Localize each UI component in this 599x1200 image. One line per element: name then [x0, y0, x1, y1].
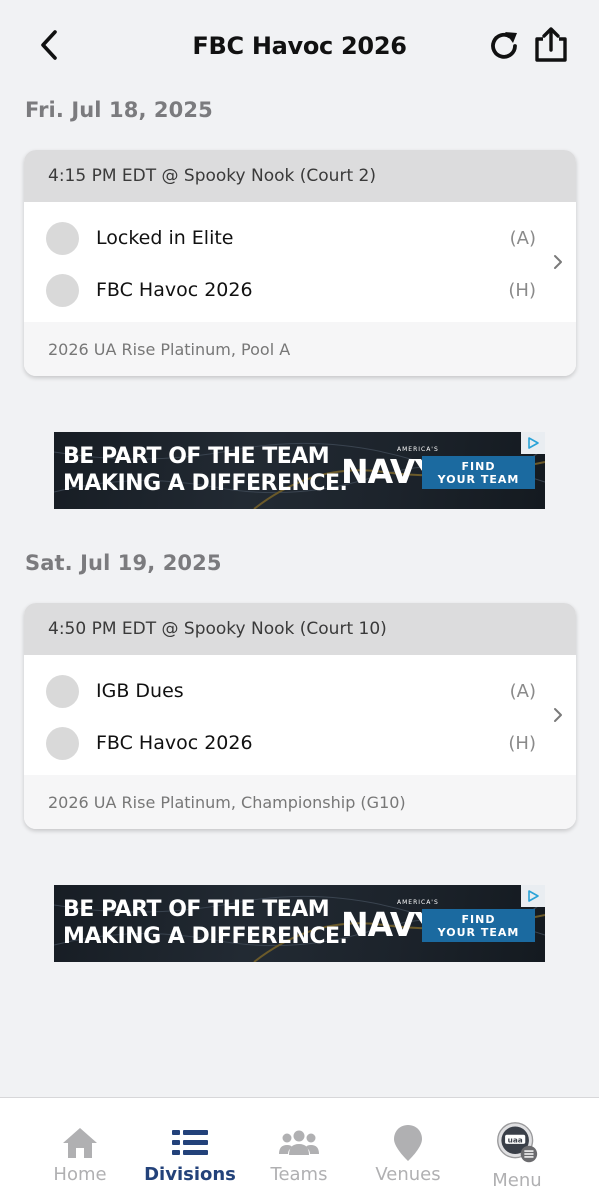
refresh-button[interactable]: [486, 26, 524, 66]
back-button[interactable]: [32, 26, 66, 64]
top-bar: FBC Havoc 2026: [0, 0, 599, 92]
bottom-tab-bar: Home Divisions Teams Venues uaa Menu: [0, 1097, 599, 1200]
ad-cta-button[interactable]: FIND YOUR TEAM: [422, 456, 535, 489]
chevron-right-icon: [554, 708, 562, 722]
team-row-away: Locked in Elite (A): [24, 212, 576, 264]
game-time-venue: 4:15 PM EDT @ Spooky Nook (Court 2): [24, 150, 576, 202]
home-icon: [58, 1124, 102, 1162]
game-card[interactable]: 4:15 PM EDT @ Spooky Nook (Court 2) Lock…: [24, 150, 576, 376]
tab-label: Venues: [375, 1164, 441, 1185]
ad-headline: BE PART OF THE TEAM MAKING A DIFFERENCE.: [63, 897, 348, 949]
game-teams: Locked in Elite (A) FBC Havoc 2026 (H): [24, 202, 576, 322]
tab-label: Teams: [270, 1164, 328, 1185]
team-name: IGB Dues: [96, 680, 184, 702]
page-title: FBC Havoc 2026: [192, 32, 407, 60]
teams-icon: [277, 1124, 321, 1162]
tab-divisions[interactable]: Divisions: [135, 1098, 245, 1200]
share-button[interactable]: [530, 24, 572, 66]
tab-label: Home: [53, 1164, 107, 1185]
tab-venues[interactable]: Venues: [353, 1098, 463, 1200]
uaa-menu-icon: uaa: [495, 1122, 539, 1163]
team-name: FBC Havoc 2026: [96, 732, 253, 754]
date-heading: Sat. Jul 19, 2025: [25, 551, 222, 575]
chevron-left-icon: [41, 30, 57, 60]
team-row-home: FBC Havoc 2026 (H): [24, 264, 576, 316]
tab-menu[interactable]: uaa Menu: [462, 1098, 572, 1200]
tab-teams[interactable]: Teams: [244, 1098, 354, 1200]
ad-cta-button[interactable]: FIND YOUR TEAM: [422, 909, 535, 942]
team-name: Locked in Elite: [96, 227, 234, 249]
chevron-right-icon: [554, 255, 562, 269]
date-heading: Fri. Jul 18, 2025: [25, 98, 213, 122]
team-side: (H): [508, 732, 536, 754]
game-division: 2026 UA Rise Platinum, Pool A: [24, 322, 576, 376]
divisions-icon: [168, 1124, 212, 1162]
tab-home[interactable]: Home: [25, 1098, 135, 1200]
team-row-home: FBC Havoc 2026 (H): [24, 717, 576, 769]
team-side: (A): [509, 680, 536, 702]
tab-label: Menu: [492, 1170, 542, 1191]
share-icon: [535, 27, 567, 62]
adchoices-icon[interactable]: [521, 885, 545, 907]
team-logo-placeholder: [46, 726, 79, 760]
team-row-away: IGB Dues (A): [24, 665, 576, 717]
team-side: (A): [509, 227, 536, 249]
ad-headline: BE PART OF THE TEAM MAKING A DIFFERENCE.: [63, 444, 348, 496]
navy-ad-banner[interactable]: BE PART OF THE TEAM MAKING A DIFFERENCE.…: [54, 432, 545, 509]
game-card[interactable]: 4:50 PM EDT @ Spooky Nook (Court 10) IGB…: [24, 603, 576, 829]
game-division: 2026 UA Rise Platinum, Championship (G10…: [24, 775, 576, 829]
team-logo-placeholder: [46, 273, 79, 307]
navy-ad-banner[interactable]: BE PART OF THE TEAM MAKING A DIFFERENCE.…: [54, 885, 545, 962]
tab-label: Divisions: [144, 1164, 236, 1185]
game-teams: IGB Dues (A) FBC Havoc 2026 (H): [24, 655, 576, 775]
team-side: (H): [508, 279, 536, 301]
team-name: FBC Havoc 2026: [96, 279, 253, 301]
schedule-screen: FBC Havoc 2026 Fri. Jul 18, 2025 4:15 PM…: [0, 0, 599, 1200]
team-logo-placeholder: [46, 221, 79, 255]
adchoices-icon[interactable]: [521, 432, 545, 454]
game-time-venue: 4:50 PM EDT @ Spooky Nook (Court 10): [24, 603, 576, 655]
svg-text:uaa: uaa: [508, 1136, 523, 1145]
refresh-icon: [491, 32, 517, 59]
team-logo-placeholder: [46, 674, 79, 708]
venues-icon: [386, 1124, 430, 1162]
